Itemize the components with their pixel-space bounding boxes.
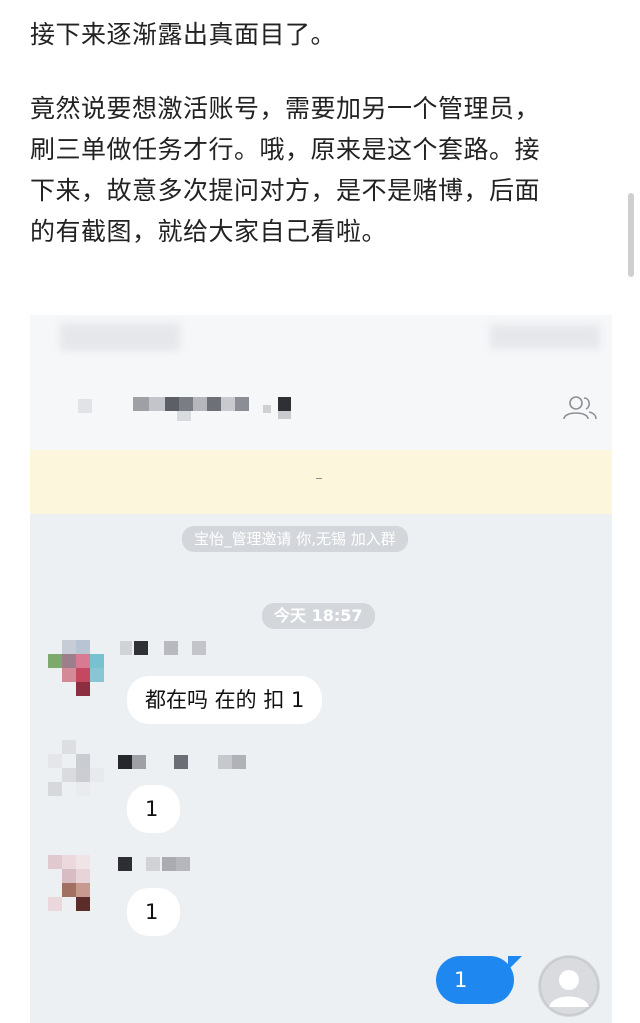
sender-name: [118, 857, 228, 871]
sender-name: [120, 641, 210, 655]
bubble-tail: [508, 956, 522, 970]
avatar[interactable]: [48, 855, 106, 913]
article-line: 的有截图，就给大家自己看啦。: [30, 217, 388, 246]
timestamp-label: 今天 18:57: [262, 603, 375, 629]
message-bubble[interactable]: 1: [127, 888, 181, 936]
default-avatar-icon: [539, 956, 599, 1016]
my-avatar[interactable]: [538, 955, 600, 1017]
article-line: 刷三单做任务才行。哦，原来是这个套路。接: [30, 135, 541, 164]
blurred-status-bar: [490, 325, 600, 349]
article-line: 竟然说要想激活账号，需要加另一个管理员，: [30, 94, 541, 123]
message-bubble[interactable]: 都在吗 在的 扣 1: [127, 676, 323, 724]
article-paragraph: 接下来逐渐露出真面目了。: [30, 20, 337, 49]
article-body: 接下来逐渐露出真面目了。 竟然说要想激活账号，需要加另一个管理员， 刷三单做任务…: [30, 14, 610, 252]
my-message-bubble[interactable]: 1: [436, 956, 514, 1004]
avatar[interactable]: [48, 640, 106, 698]
avatar[interactable]: [48, 740, 106, 806]
message-bubble[interactable]: 1: [127, 785, 181, 833]
article-line: 下来，故意多次提问对方，是不是赌博，后面: [30, 176, 541, 205]
blurred-status-bar: [60, 323, 180, 351]
sender-name: [118, 755, 258, 769]
notice-banner[interactable]: [30, 450, 612, 514]
chat-screenshot: 宝怡_管理邀请 你,无锡 加入群 今天 18:57 都在吗 在的 扣 1 1 1…: [30, 315, 612, 1023]
chat-header: [30, 315, 612, 450]
banner-text: [316, 478, 322, 479]
page-scrollbar[interactable]: [628, 193, 634, 277]
system-message: 宝怡_管理邀请 你,无锡 加入群: [182, 526, 408, 552]
group-members-icon[interactable]: [562, 394, 598, 420]
